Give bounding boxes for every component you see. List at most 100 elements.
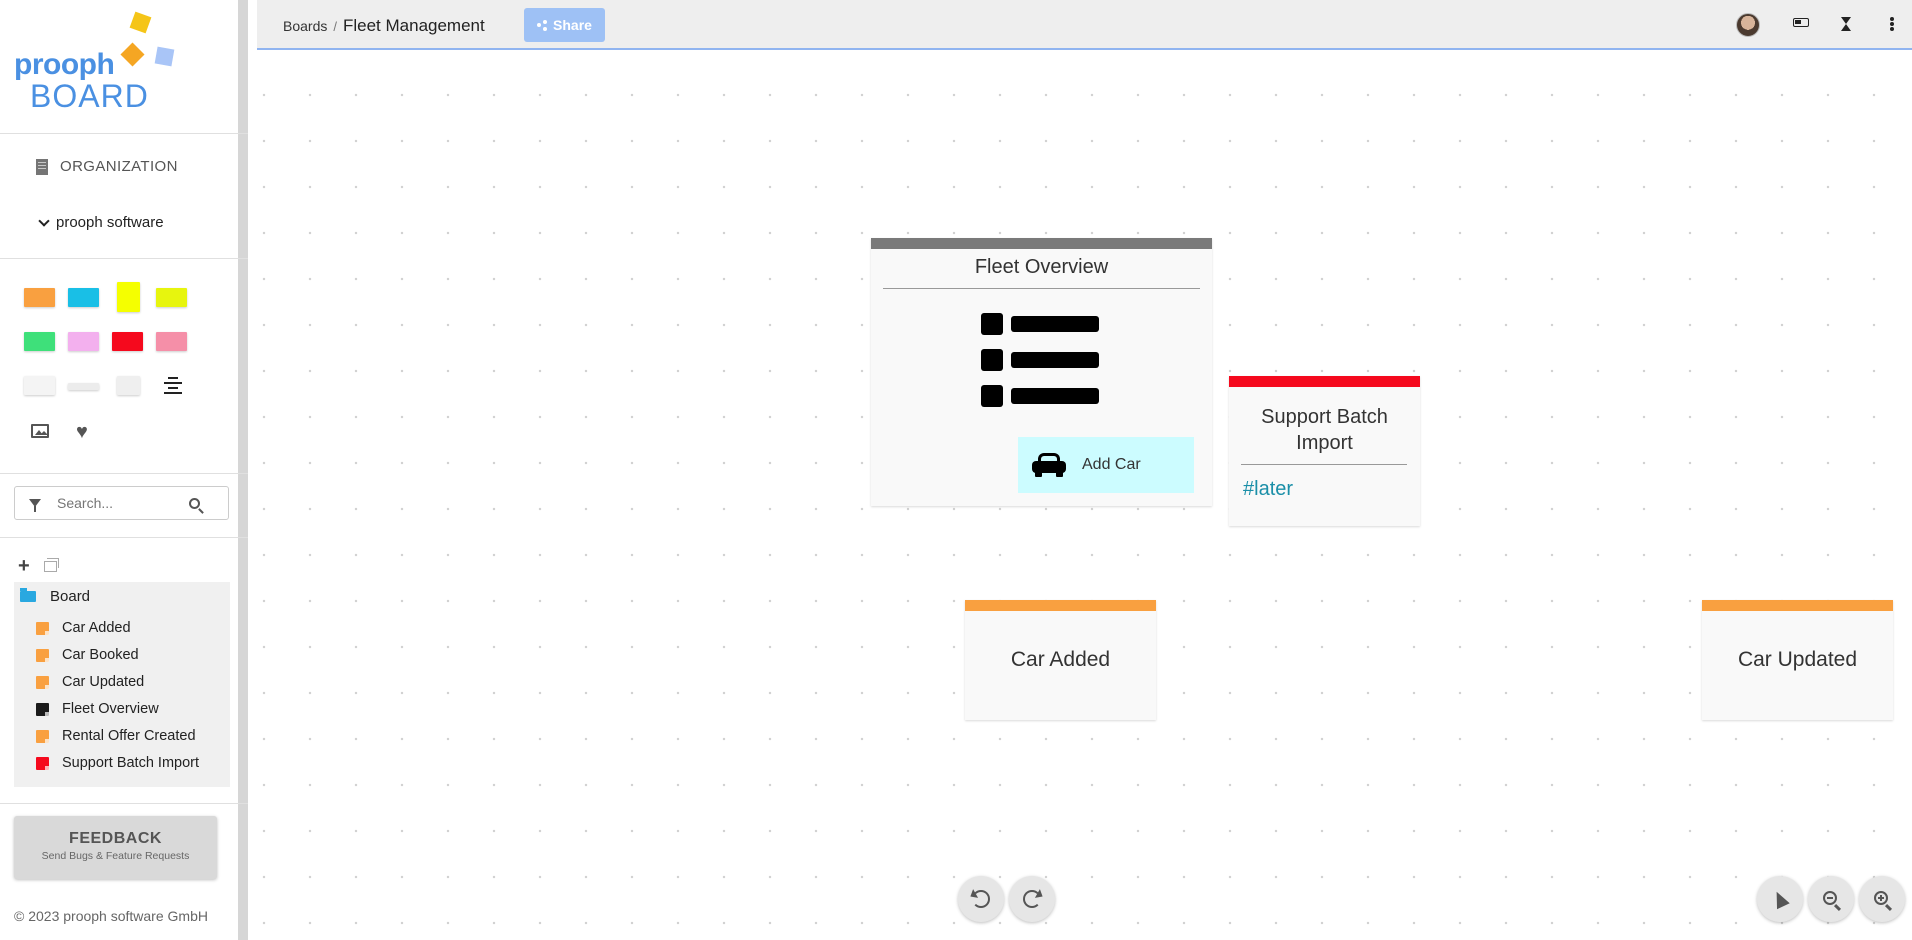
tree-item-car-added[interactable]: Car Added	[36, 620, 131, 636]
list-icon-row	[981, 349, 1099, 371]
battery-icon[interactable]	[1793, 18, 1809, 27]
tree-item-car-booked[interactable]: Car Booked	[36, 647, 139, 663]
list-icon-row	[981, 385, 1099, 407]
redo-button[interactable]	[1009, 876, 1055, 922]
card-support-batch-import[interactable]: Support Batch Import #later	[1229, 376, 1420, 526]
palette-event-sticky[interactable]	[24, 288, 55, 307]
palette-feature-sticky[interactable]	[68, 383, 99, 390]
card-title: Support Batch Import	[1261, 406, 1388, 454]
sticky-note-icon	[36, 621, 49, 635]
card-title: Car Updated	[1737, 648, 1858, 671]
sticky-note-icon	[36, 729, 49, 743]
share-button[interactable]: Share	[524, 8, 605, 42]
palette-bounded-context-sticky[interactable]	[117, 376, 140, 395]
building-icon	[36, 158, 48, 175]
card-title: Fleet Overview	[974, 256, 1109, 278]
organization-link[interactable]: ORGANIZATION	[36, 158, 178, 175]
search-input[interactable]	[57, 495, 177, 511]
card-car-updated[interactable]: Car Updated	[1702, 600, 1893, 720]
redo-icon	[1023, 890, 1041, 908]
element-tree: Board Car Added Car Booked Car Updated F…	[14, 582, 230, 787]
cursor-icon	[1770, 888, 1790, 910]
tree-root-label: Board	[50, 588, 91, 605]
tree-root-board[interactable]: Board	[20, 588, 90, 605]
card-color-bar	[965, 600, 1156, 611]
tree-item-label: Car Updated	[62, 674, 145, 690]
feedback-subtitle: Send Bugs & Feature Requests	[41, 850, 190, 862]
tree-item-label: Rental Offer Created	[62, 728, 196, 744]
folder-open-icon	[20, 588, 36, 602]
copyright: © 2023 prooph software GmbH	[14, 908, 208, 924]
topbar: Boards / Fleet Management Share	[257, 0, 1912, 50]
palette-aggregate-sticky[interactable]	[117, 282, 140, 312]
filter-icon[interactable]	[29, 499, 41, 512]
heart-icon[interactable]: ♥	[76, 422, 88, 442]
feedback-title: FEEDBACK	[69, 830, 162, 847]
zoom-out-button[interactable]	[1808, 876, 1854, 922]
palette-external-system-sticky[interactable]	[156, 332, 187, 351]
feedback-button[interactable]: FEEDBACK Send Bugs & Feature Requests	[14, 816, 217, 879]
sticky-note-icon	[36, 675, 49, 689]
breadcrumb-separator: /	[333, 19, 337, 34]
palette-policy-sticky[interactable]	[24, 332, 55, 351]
logo-square-blue	[154, 46, 175, 67]
logo[interactable]: prooph BOARD	[14, 11, 184, 114]
undo-icon	[972, 890, 990, 908]
team-label: prooph software	[56, 214, 164, 231]
palette-hotspot-sticky[interactable]	[112, 332, 143, 351]
palette-command-sticky[interactable]	[68, 288, 99, 307]
zoom-in-icon	[1873, 890, 1888, 905]
sidebar: prooph BOARD ORGANIZATION prooph softwar…	[0, 0, 248, 940]
sticky-note-icon	[36, 648, 49, 662]
image-icon[interactable]	[31, 424, 49, 438]
divider	[0, 537, 248, 538]
palette-document-sticky[interactable]	[156, 288, 187, 307]
sticky-note-icon	[36, 702, 49, 716]
palette-role-sticky[interactable]	[68, 332, 99, 351]
share-label: Share	[553, 17, 592, 33]
hourglass-icon[interactable]	[1841, 17, 1851, 31]
palette-ui-sticky[interactable]	[24, 376, 55, 395]
tree-item-fleet-overview[interactable]: Fleet Overview	[36, 701, 159, 717]
sticky-note-icon	[36, 756, 49, 770]
tree-item-label: Fleet Overview	[62, 701, 159, 717]
card-title-underline	[883, 288, 1200, 289]
card-car-added[interactable]: Car Added	[965, 600, 1156, 720]
select-tool-button[interactable]	[1757, 876, 1803, 922]
divider	[0, 133, 248, 134]
board-title[interactable]: Fleet Management	[343, 16, 485, 36]
tree-item-car-updated[interactable]: Car Updated	[36, 674, 144, 690]
search-icon[interactable]	[189, 497, 200, 509]
avatar[interactable]	[1736, 13, 1760, 37]
card-color-bar	[1702, 600, 1893, 611]
logo-square-yellow	[129, 11, 152, 34]
card-fleet-overview[interactable]: Fleet Overview Add Car	[871, 238, 1212, 506]
card-title: Car Added	[1010, 648, 1111, 671]
card-tag[interactable]: #later	[1243, 478, 1293, 501]
undo-button[interactable]	[958, 876, 1004, 922]
tree-item-label: Car Added	[62, 620, 131, 636]
list-icon-row	[981, 313, 1099, 335]
zoom-in-button[interactable]	[1859, 876, 1905, 922]
logo-square-orange	[120, 42, 145, 67]
share-icon	[537, 20, 548, 30]
search-box	[14, 486, 229, 520]
board-canvas[interactable]: Fleet Overview Add Car Support Batch Imp…	[257, 52, 1912, 940]
add-car-label: Add Car	[1082, 456, 1141, 473]
tree-item-rental-offer-created[interactable]: Rental Offer Created	[36, 728, 196, 744]
car-icon	[1032, 453, 1066, 477]
add-icon[interactable]: +	[18, 556, 30, 576]
team-selector[interactable]: prooph software	[38, 214, 164, 231]
divider	[0, 803, 248, 804]
add-car-button[interactable]: Add Car	[1018, 437, 1194, 493]
align-center-icon[interactable]	[164, 376, 182, 394]
breadcrumb: Boards / Fleet Management	[283, 16, 485, 36]
divider	[0, 258, 248, 259]
organization-label: ORGANIZATION	[60, 158, 178, 175]
more-vert-icon[interactable]	[1890, 17, 1894, 21]
breadcrumb-boards-link[interactable]: Boards	[283, 18, 327, 34]
tree-item-support-batch-import[interactable]: Support Batch Import	[36, 755, 199, 771]
divider	[0, 473, 248, 474]
logo-word-board: BOARD	[30, 78, 149, 114]
collapse-all-icon[interactable]	[43, 557, 59, 572]
